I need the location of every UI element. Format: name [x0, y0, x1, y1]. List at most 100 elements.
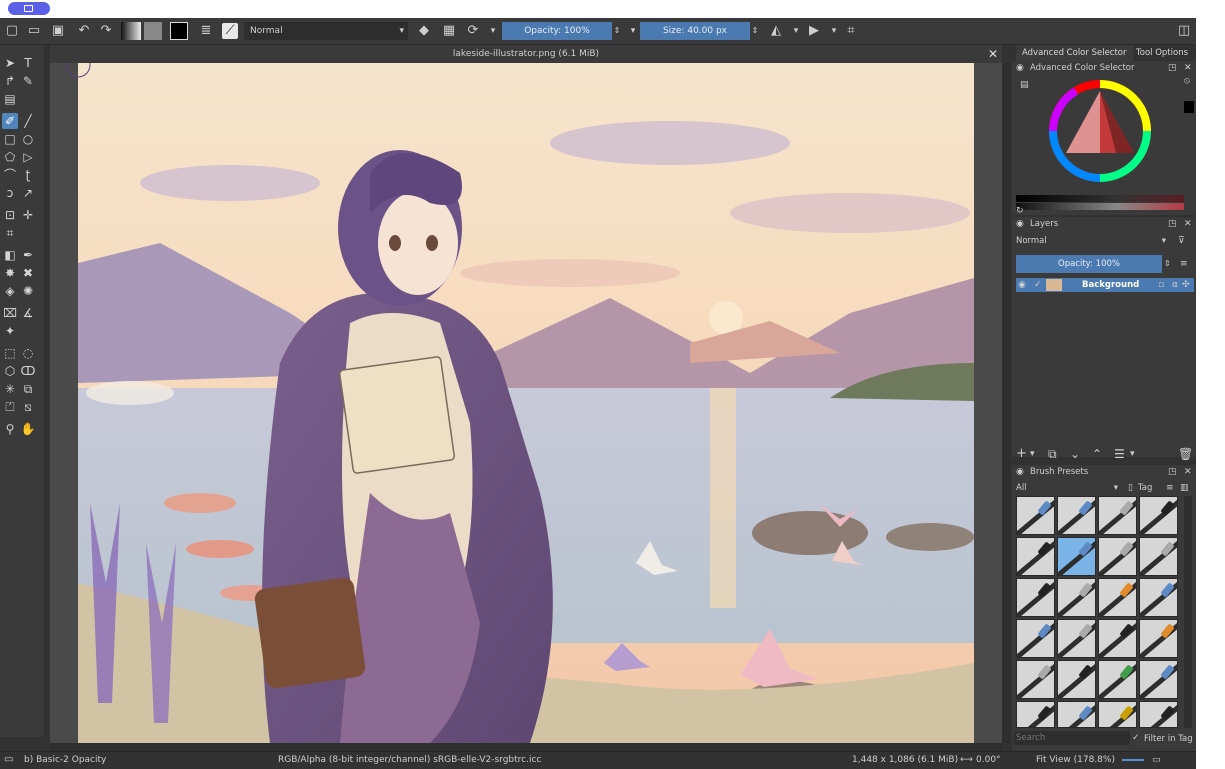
brush-preset-item[interactable]: [1057, 578, 1096, 617]
brush-preset-item[interactable]: [1139, 619, 1178, 658]
brush-preset-item[interactable]: [1057, 660, 1096, 699]
filter-in-tag-label[interactable]: Filter in Tag: [1144, 733, 1193, 745]
reload-preset-icon[interactable]: ⟳: [465, 23, 481, 39]
canvas-area[interactable]: [50, 63, 1002, 743]
brush-preset-item[interactable]: [1057, 496, 1096, 535]
alpha-lock-icon[interactable]: α: [1172, 279, 1178, 291]
gradient-swatch[interactable]: [121, 22, 141, 40]
tab-tool-options[interactable]: Tool Options: [1130, 45, 1194, 61]
delete-layer-icon[interactable]: 🗑: [1178, 448, 1193, 460]
bezier-tool-icon[interactable]: ⌒: [2, 167, 18, 183]
filter-icon[interactable]: ⊽: [1178, 235, 1185, 247]
pattern-swatch[interactable]: [144, 22, 162, 40]
tag-icon[interactable]: ▯: [1128, 482, 1133, 494]
color-selector-settings-icon[interactable]: ▤: [1020, 79, 1029, 91]
text-tool-icon[interactable]: T: [20, 55, 36, 71]
chevron-down-icon[interactable]: ▾: [1130, 448, 1135, 460]
move-tool-icon[interactable]: ✛: [20, 207, 36, 223]
open-document-icon[interactable]: ▭: [26, 23, 42, 39]
preset-search-input[interactable]: [1014, 731, 1130, 745]
preset-scrollbar[interactable]: [1184, 496, 1192, 728]
brush-preset-item[interactable]: [1016, 701, 1055, 728]
checkbox-icon[interactable]: ✓: [1034, 279, 1042, 291]
close-docker-icon[interactable]: ✕: [1184, 466, 1192, 478]
edit-shapes-icon[interactable]: ↱: [2, 73, 18, 89]
chevron-down-icon[interactable]: ▾: [1030, 448, 1035, 460]
brush-preset-item[interactable]: [1139, 537, 1178, 576]
chevron-down-icon[interactable]: ▾: [826, 23, 842, 39]
layer-menu-icon[interactable]: ≡: [1180, 258, 1188, 270]
float-docker-icon[interactable]: ◳: [1168, 62, 1177, 74]
brush-preset-item[interactable]: [1016, 660, 1055, 699]
tag-label[interactable]: Tag: [1138, 482, 1152, 494]
brush-preset-item[interactable]: [1057, 701, 1096, 728]
brush-status-icon[interactable]: ▭: [4, 754, 13, 765]
brush-preset-item[interactable]: [1098, 660, 1137, 699]
document-title[interactable]: lakeside-illustrator.png (6.1 MiB): [50, 45, 1002, 63]
zoom-label[interactable]: Fit View (178.8%): [1036, 755, 1115, 765]
brush-preset-item[interactable]: [1139, 578, 1178, 617]
layer-row-background[interactable]: ◉ ✓ Background ▫ α ✣: [1016, 278, 1194, 292]
brush-preset-item[interactable]: [1016, 537, 1055, 576]
brush-preset-item[interactable]: [1057, 619, 1096, 658]
polygon-select-icon[interactable]: ⬡: [2, 363, 18, 379]
brush-preset-item[interactable]: [1098, 619, 1137, 658]
crop-tool-icon[interactable]: ⌗: [2, 225, 18, 241]
zoom-tool-icon[interactable]: ⚲: [2, 421, 18, 437]
brush-preset-item[interactable]: [1139, 496, 1178, 535]
select-shapes-icon[interactable]: ➤: [2, 55, 18, 71]
enclose-fill-icon[interactable]: ✺: [20, 283, 36, 299]
opacity-slider[interactable]: Opacity: 100%: [502, 22, 612, 40]
size-slider[interactable]: Size: 40.00 px: [640, 22, 750, 40]
checkbox-icon[interactable]: ✓: [1132, 732, 1140, 744]
measure-tool-icon[interactable]: ∡: [20, 305, 36, 321]
close-docker-icon[interactable]: ✕: [1184, 218, 1192, 230]
ellipse-tool-icon[interactable]: ○: [20, 131, 36, 147]
size-spin-icon[interactable]: ⇕: [750, 23, 760, 39]
polyline-tool-icon[interactable]: ▷: [20, 149, 36, 165]
magnetic-select-icon[interactable]: ⧅: [20, 399, 36, 415]
rectangle-tool-icon[interactable]: □: [2, 131, 18, 147]
chevron-down-icon[interactable]: ▾: [485, 23, 501, 39]
undo-icon[interactable]: ↶: [76, 23, 92, 39]
transform-tool-icon[interactable]: ⊡: [2, 207, 18, 223]
foreground-background-color-icon[interactable]: [170, 22, 188, 40]
current-color-swatch[interactable]: [1184, 101, 1194, 113]
lock-icon[interactable]: ◉: [1016, 466, 1024, 478]
reset-color-icon[interactable]: ⦸: [1184, 75, 1190, 87]
fill-tool-icon[interactable]: ◈: [2, 283, 18, 299]
brush-preset-item[interactable]: [1139, 701, 1178, 728]
freehand-select-icon[interactable]: ↀ: [20, 363, 36, 379]
artwork-canvas[interactable]: [50, 63, 1002, 743]
smart-patch-icon[interactable]: ✸: [2, 265, 18, 281]
freehand-brush-icon[interactable]: ✐: [2, 113, 18, 129]
rect-select-icon[interactable]: ⬚: [2, 345, 18, 361]
opacity-spin-icon[interactable]: ⇕: [1164, 258, 1171, 270]
close-docker-icon[interactable]: ✕: [1184, 62, 1192, 74]
multibrush-icon[interactable]: ↗: [20, 185, 36, 201]
brush-preset-item[interactable]: [1098, 578, 1137, 617]
layer-name[interactable]: Background: [1082, 278, 1139, 292]
color-space-label[interactable]: RGB/Alpha (8-bit integer/channel) sRGB-e…: [278, 755, 541, 765]
float-docker-icon[interactable]: ◳: [1168, 218, 1177, 230]
zoom-slider[interactable]: [1122, 759, 1144, 761]
brush-preset-item[interactable]: [1098, 701, 1137, 728]
lock-icon[interactable]: ◉: [1016, 218, 1024, 230]
float-docker-icon[interactable]: ◳: [1168, 466, 1177, 478]
gradient-edit-icon[interactable]: ▤: [2, 91, 18, 107]
close-document-icon[interactable]: ✕: [988, 47, 998, 61]
move-layer-down-icon[interactable]: ⌄: [1070, 448, 1080, 460]
brush-preset-item[interactable]: [1098, 537, 1137, 576]
tab-advanced-color-selector[interactable]: Advanced Color Selector: [1016, 45, 1133, 61]
ellipse-select-icon[interactable]: ◌: [20, 345, 36, 361]
chevron-down-icon[interactable]: ▾: [625, 23, 641, 39]
move-layer-up-icon[interactable]: ⌃: [1092, 448, 1102, 460]
bezier-select-icon[interactable]: ⏍: [2, 399, 18, 415]
docker-layout-icon[interactable]: ◫: [1176, 23, 1192, 39]
duplicate-layer-icon[interactable]: ⧉: [1048, 448, 1057, 460]
brush-preset-icon[interactable]: ⟋: [222, 23, 238, 39]
brush-preset-item[interactable]: [1016, 619, 1055, 658]
brush-preset-item-selected[interactable]: [1057, 537, 1096, 576]
opacity-spin-icon[interactable]: ⇕: [612, 23, 622, 39]
brush-preset-item[interactable]: [1016, 578, 1055, 617]
